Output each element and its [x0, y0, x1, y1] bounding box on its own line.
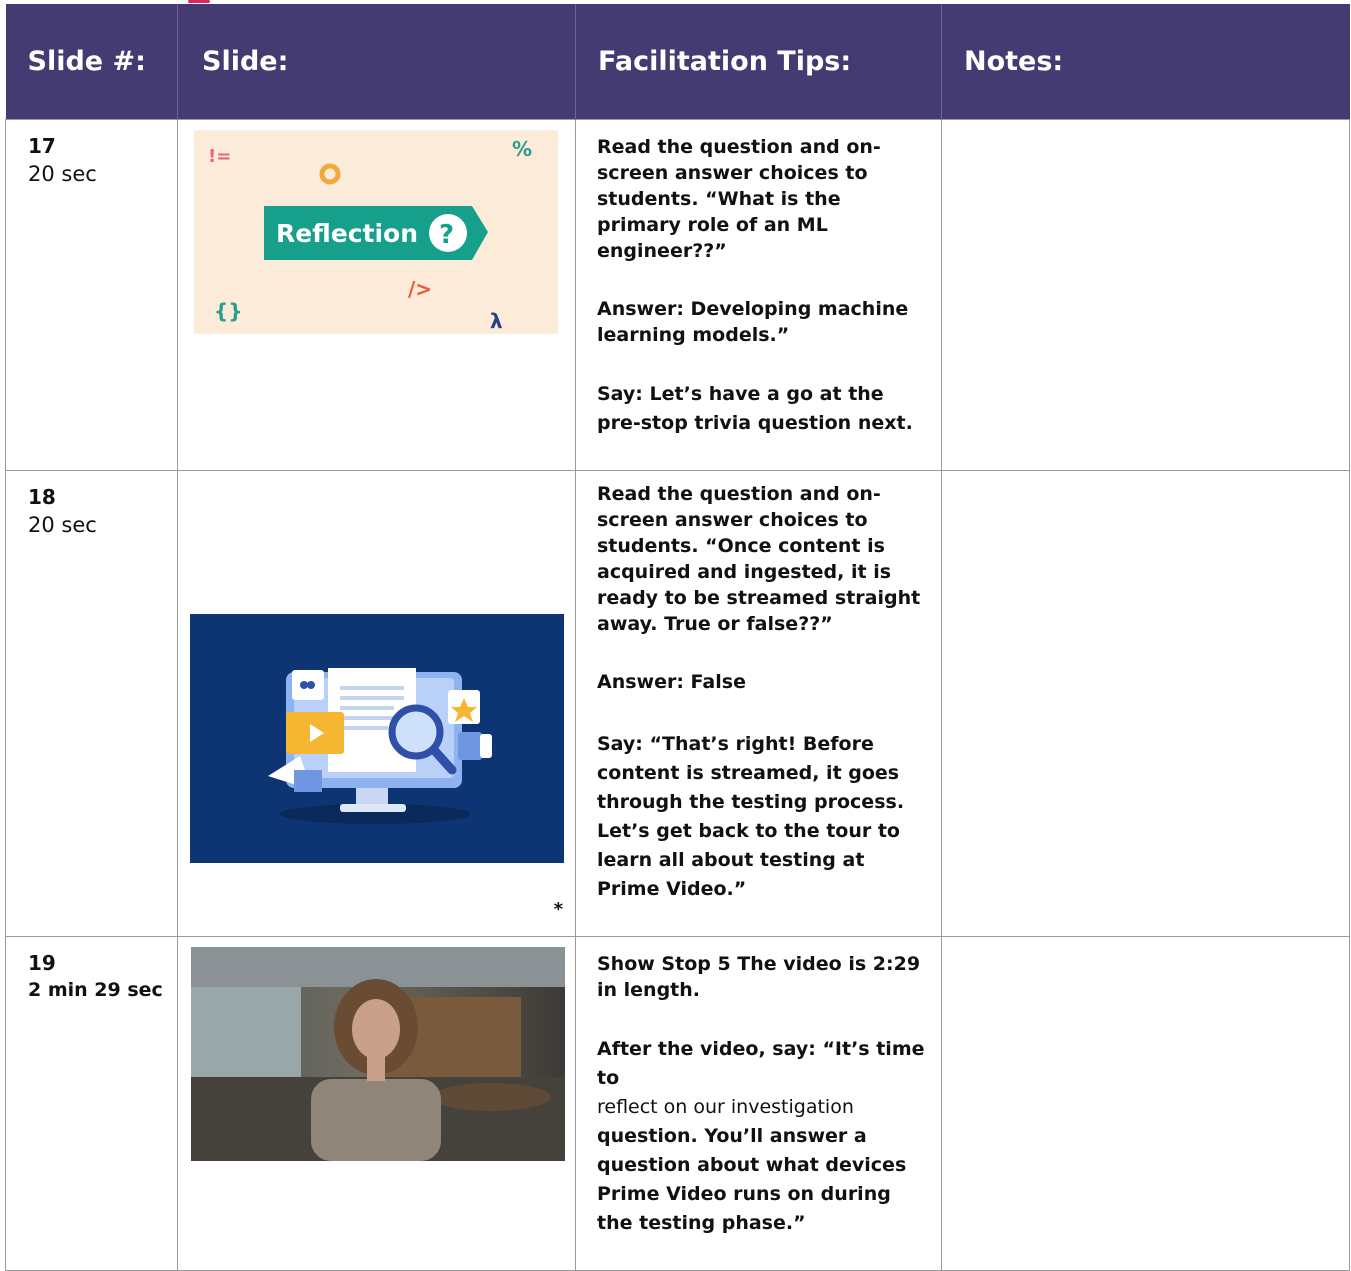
tip-text: Read the question and on-screen answer c… [597, 483, 921, 635]
svg-text:!=: != [208, 146, 231, 167]
tip-text: Say: Let’s have a go at the pre-stop tri… [597, 383, 913, 434]
slide-duration: 2 min 29 sec [28, 979, 163, 1001]
tip-regular-segment: reflect on our investigation [597, 1096, 854, 1118]
slide-number: 19 [28, 951, 56, 975]
header-slide-number: Slide #: [5, 4, 178, 120]
slide-number-cell: 18 20 sec [5, 470, 178, 937]
svg-text:%: % [512, 137, 532, 161]
table-row: 17 20 sec != % Reflection ? /> {} λ Read… [5, 119, 1350, 471]
content-search-slide-image [190, 614, 564, 863]
notes-cell [941, 470, 1350, 937]
tips-cell: Read the question and on-screen answer c… [575, 119, 942, 471]
tips-cell: Read the question and on-screen answer c… [575, 470, 942, 937]
slide-image-cell [177, 936, 576, 1271]
tips-cell: Show Stop 5 The video is 2:29 in length.… [575, 936, 942, 1271]
header-notes: Notes: [941, 4, 1350, 120]
reflection-title: Reflection [276, 219, 418, 248]
slide-image-cell: != % Reflection ? /> {} λ [177, 119, 576, 471]
table-row: 19 2 min 29 sec Show Stop 5 The video is… [5, 936, 1350, 1271]
footnote-mark: * [553, 899, 563, 920]
slide-number: 18 [28, 485, 56, 509]
svg-text:/>: /> [408, 277, 432, 301]
slide-image-cell: * [177, 470, 576, 937]
tip-text: Say: “That’s right! Before content is st… [597, 733, 905, 900]
tip-text: Answer: Developing machine learning mode… [597, 298, 909, 346]
slide-number-cell: 19 2 min 29 sec [5, 936, 178, 1271]
slide-number-cell: 17 20 sec [5, 119, 178, 471]
header-row: Slide #: Slide: Facilitation Tips: Notes… [5, 4, 1350, 120]
slide-duration: 20 sec [28, 162, 97, 186]
reflection-slide-image: != % Reflection ? /> {} λ [194, 130, 558, 334]
slide-number: 17 [28, 134, 56, 158]
header-tips: Facilitation Tips: [575, 4, 942, 120]
tip-text: Read the question and on-screen answer c… [597, 136, 881, 262]
svg-text:?: ? [439, 220, 454, 250]
svg-text:{}: {} [214, 299, 242, 323]
presenter-video-thumbnail [191, 947, 565, 1161]
slide-duration: 20 sec [28, 513, 97, 537]
facilitation-table: Slide #: Slide: Facilitation Tips: Notes… [5, 4, 1350, 1271]
svg-text:λ: λ [490, 309, 503, 333]
tip-bold-rest: question. You’ll answer a question about… [597, 1125, 907, 1234]
notes-cell [941, 119, 1350, 471]
header-slide: Slide: [177, 4, 576, 120]
tip-text: After the video, say: “It’s time to refle… [597, 1035, 931, 1238]
table-row: 18 20 sec * Read the question and on-scr… [5, 470, 1350, 937]
tip-text: Answer: False [597, 671, 746, 693]
tip-text: Show Stop 5 The video is 2:29 in length. [597, 953, 921, 1001]
accent-mark [188, 0, 210, 3]
notes-cell [941, 936, 1350, 1271]
tip-bold-lead: After the video, say: “It’s time to [597, 1038, 925, 1089]
